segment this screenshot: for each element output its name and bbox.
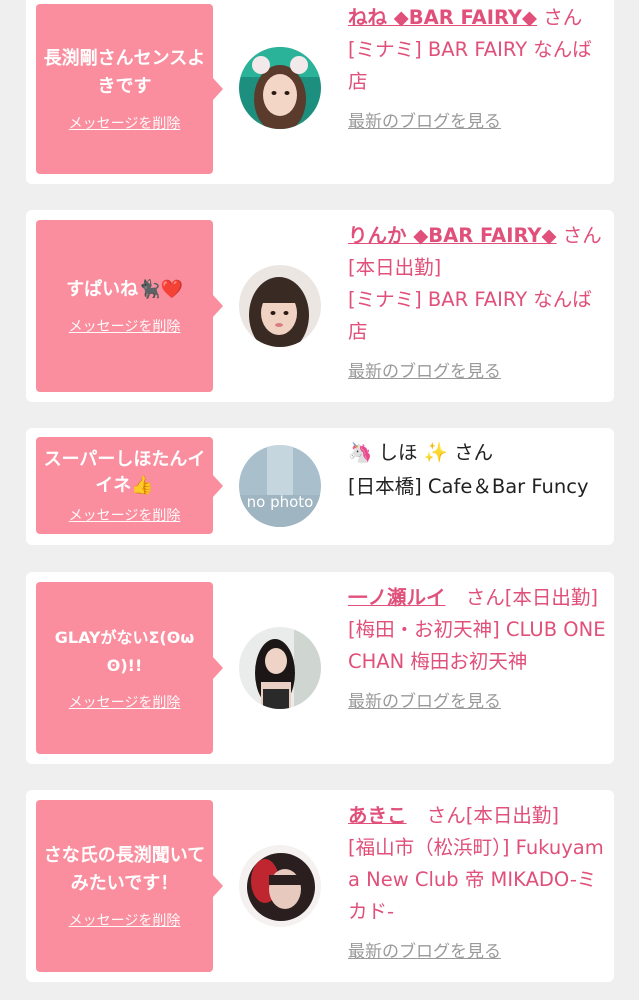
cast-info: りんか ◆BAR FAIRY◆ さん[本日出勤] [ミナミ] BAR FAIRY… [348, 220, 606, 388]
avatar-photo [239, 845, 321, 927]
avatar-photo [239, 627, 321, 709]
no-photo-icon: no photo [239, 445, 321, 527]
message-text: すぱいね🐈‍⬛❤️ [66, 279, 183, 300]
message-bubble: GLAYがないΣ(ʘωʘ)!! メッセージを削除 [36, 582, 223, 754]
cast-name-link[interactable]: りんか ◆BAR FAIRY◆ [348, 224, 557, 247]
avatar[interactable] [239, 845, 321, 927]
cast-name-link[interactable]: あきこ [348, 804, 407, 827]
delete-message-link[interactable]: メッセージを削除 [69, 692, 181, 712]
delete-message-link[interactable]: メッセージを削除 [69, 316, 181, 336]
latest-blog-link[interactable]: 最新のブログを見る [348, 686, 606, 718]
message-card: さな氏の長渕聞いてみたいです！ メッセージを削除 あきこ さん[本日出勤] [福… [26, 790, 614, 982]
message-text: さな氏の長渕聞いてみたいです！ [43, 845, 206, 894]
avatar[interactable] [239, 627, 321, 709]
shop-name[interactable]: [ミナミ] BAR FAIRY なんば店 [348, 284, 606, 348]
no-photo-label: no photo [247, 493, 314, 511]
cast-name[interactable]: 🦄 しほ ✨ [348, 441, 448, 464]
message-bubble: スーパーしほたんイイネ👍 メッセージを削除 [36, 437, 223, 534]
avatar-photo [239, 47, 321, 129]
message-card: GLAYがないΣ(ʘωʘ)!! メッセージを削除 一ノ瀬ルイ さん[本日出勤] … [26, 572, 614, 764]
message-text: 長渕剛さんセンスよきです [43, 48, 206, 97]
cast-suffix: さん[本日出勤] [465, 586, 598, 609]
avatar[interactable] [239, 265, 321, 347]
message-bubble: 長渕剛さんセンスよきです メッセージを削除 [36, 4, 223, 174]
shop-name[interactable]: [日本橋] Cafe＆Bar Funcy [348, 471, 606, 503]
cast-info: あきこ さん[本日出勤] [福山市（松浜町）] Fukuyama New Clu… [348, 800, 606, 968]
message-card: すぱいね🐈‍⬛❤️ メッセージを削除 りんか ◆BAR FAIRY◆ さん[本日… [26, 210, 614, 402]
cast-info: 一ノ瀬ルイ さん[本日出勤] [梅田・お初天神] CLUB ONE CHAN 梅… [348, 582, 606, 718]
cast-suffix: さん [454, 441, 494, 464]
latest-blog-link[interactable]: 最新のブログを見る [348, 936, 606, 968]
avatar[interactable]: no photo [239, 445, 321, 527]
shop-name[interactable]: [ミナミ] BAR FAIRY なんば店 [348, 34, 606, 98]
message-bubble: すぱいね🐈‍⬛❤️ メッセージを削除 [36, 220, 223, 392]
cast-info: ねね ◆BAR FAIRY◆ さん [ミナミ] BAR FAIRY なんば店 最… [348, 2, 606, 138]
message-card: スーパーしほたんイイネ👍 メッセージを削除 no photo 🦄 しほ ✨ さん… [26, 428, 614, 545]
delete-message-link[interactable]: メッセージを削除 [69, 113, 181, 133]
cast-suffix: さん [543, 6, 583, 29]
message-text: GLAYがないΣ(ʘωʘ)!! [54, 628, 195, 675]
delete-message-link[interactable]: メッセージを削除 [69, 910, 181, 930]
cast-name-link[interactable]: ねね ◆BAR FAIRY◆ [348, 6, 537, 29]
cast-suffix: さん[本日出勤] [426, 804, 559, 827]
avatar-photo [239, 265, 321, 347]
avatar[interactable] [239, 47, 321, 129]
delete-message-link[interactable]: メッセージを削除 [69, 505, 181, 525]
cast-name-link[interactable]: 一ノ瀬ルイ [348, 586, 446, 609]
cast-info: 🦄 しほ ✨ さん [日本橋] Cafe＆Bar Funcy [348, 437, 606, 503]
message-bubble: さな氏の長渕聞いてみたいです！ メッセージを削除 [36, 800, 223, 972]
latest-blog-link[interactable]: 最新のブログを見る [348, 356, 606, 388]
message-text: スーパーしほたんイイネ👍 [43, 448, 206, 496]
shop-name[interactable]: [福山市（松浜町）] Fukuyama New Club 帝 MIKADO-ミカ… [348, 832, 606, 928]
shop-name[interactable]: [梅田・お初天神] CLUB ONE CHAN 梅田お初天神 [348, 614, 606, 678]
latest-blog-link[interactable]: 最新のブログを見る [348, 106, 606, 138]
message-card: 長渕剛さんセンスよきです メッセージを削除 ねね ◆BAR FAIRY◆ さん … [26, 0, 614, 184]
